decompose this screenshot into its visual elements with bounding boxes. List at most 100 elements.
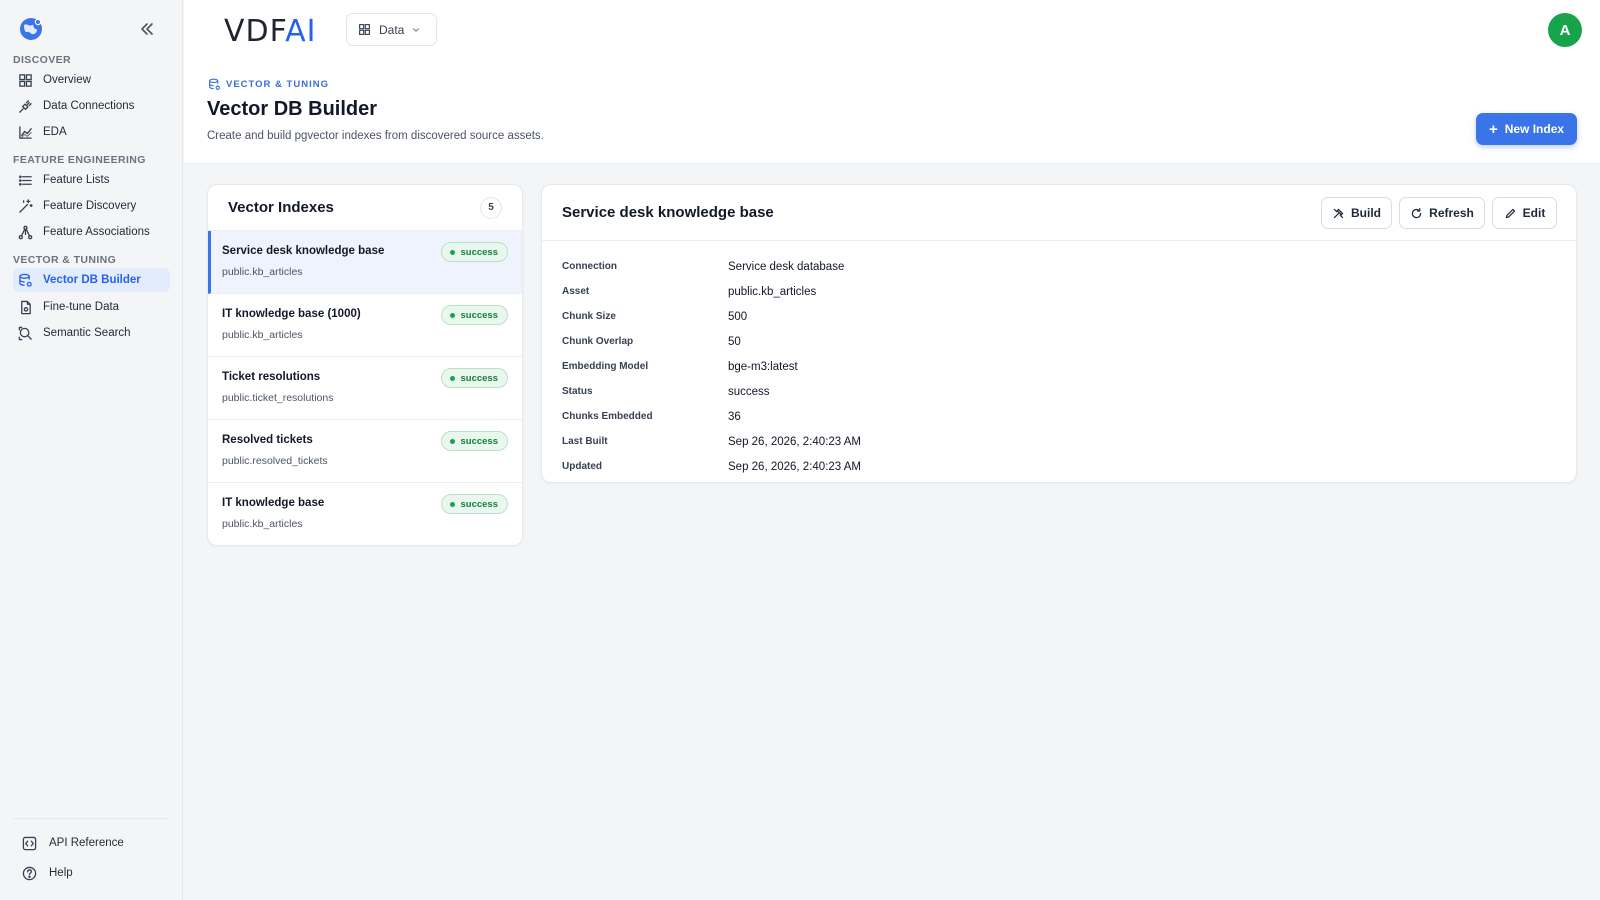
vector-indexes-header: Vector Indexes 5 xyxy=(208,185,522,231)
chart-icon xyxy=(19,125,32,139)
status-dot-icon xyxy=(450,501,456,507)
sidebar-divider xyxy=(13,818,170,819)
sidebar-item-overview[interactable]: Overview xyxy=(13,68,170,92)
status-label: success xyxy=(460,498,498,510)
sidebar-item-data-connections[interactable]: Data Connections xyxy=(13,94,170,118)
sidebar-item-label: Feature Lists xyxy=(43,174,110,186)
index-detail-header: Service desk knowledge base Build Refres… xyxy=(542,185,1576,241)
file-icon xyxy=(21,300,31,314)
breadcrumb-label: VECTOR & TUNING xyxy=(226,79,329,90)
index-list-item[interactable]: Service desk knowledge base public.kb_art… xyxy=(208,231,522,294)
sidebar-item-fine-tune-data[interactable]: Fine-tune Data xyxy=(13,295,170,319)
property-value: Service desk database xyxy=(728,260,845,273)
brand-main-text: VDF xyxy=(224,14,286,49)
property-row: Status success xyxy=(562,379,1556,404)
sidebar-section-discover: DISCOVER xyxy=(13,54,72,66)
property-value: 36 xyxy=(728,410,741,423)
sidebar-item-help[interactable]: Help xyxy=(22,862,73,884)
page-header: VDFAI Data A VECTOR & TUNING Vector DB B… xyxy=(184,0,1600,164)
globe-logo-icon[interactable] xyxy=(18,16,44,42)
status-label: success xyxy=(460,246,498,258)
index-asset: public.kb_articles xyxy=(222,518,303,530)
sidebar-item-feature-lists[interactable]: Feature Lists xyxy=(13,168,170,192)
property-key: Status xyxy=(562,386,593,397)
brand-logo[interactable]: VDFAI xyxy=(224,14,317,49)
status-badge: success xyxy=(441,368,508,388)
property-value: success xyxy=(728,385,770,398)
property-row: Connection Service desk database xyxy=(562,254,1556,279)
property-key: Last Built xyxy=(562,436,608,447)
property-value: Sep 26, 2026, 2:40:23 AM xyxy=(728,460,861,473)
index-detail-panel: Service desk knowledge base Build Refres… xyxy=(541,184,1577,483)
property-row: Chunk Overlap 50 xyxy=(562,329,1556,354)
index-detail-title: Service desk knowledge base xyxy=(562,204,774,221)
status-badge: success xyxy=(441,305,508,325)
sidebar-item-label: Help xyxy=(49,867,73,879)
property-row: Last Built Sep 26, 2026, 2:40:23 AM xyxy=(562,429,1556,454)
code-icon xyxy=(22,836,37,850)
network-icon xyxy=(18,225,33,239)
collapse-sidebar-icon[interactable] xyxy=(138,20,156,38)
property-key: Asset xyxy=(562,286,590,297)
status-badge: success xyxy=(441,431,508,451)
plus-icon: + xyxy=(1488,120,1498,138)
grid-icon xyxy=(19,73,32,87)
sidebar-item-vector-db-builder[interactable]: Vector DB Builder xyxy=(13,268,170,292)
property-row: Chunk Size 500 xyxy=(562,304,1556,329)
page-description: Create and build pgvector indexes from d… xyxy=(207,130,544,142)
wand-icon xyxy=(19,198,33,213)
sidebar-item-label: Feature Associations xyxy=(43,226,150,238)
new-index-button[interactable]: + New Index xyxy=(1476,113,1577,145)
build-label: Build xyxy=(1351,206,1381,220)
help-icon xyxy=(22,866,37,880)
property-row: Asset public.kb_articles xyxy=(562,279,1556,304)
list-icon xyxy=(19,174,32,186)
chevron-down-icon xyxy=(413,27,420,32)
index-asset: public.kb_articles xyxy=(222,266,303,278)
index-list-item[interactable]: IT knowledge base public.kb_articles succe… xyxy=(208,483,522,545)
refresh-button[interactable]: Refresh xyxy=(1399,197,1485,229)
property-key: Chunk Size xyxy=(562,311,616,322)
pencil-icon xyxy=(1505,208,1515,218)
status-badge: success xyxy=(441,494,508,514)
workspace-select[interactable]: Data xyxy=(346,13,437,46)
sidebar: DISCOVER Overview Data Connections EDA F… xyxy=(0,0,183,900)
new-index-label: New Index xyxy=(1504,122,1565,136)
index-list-item[interactable]: Resolved tickets public.resolved_tickets s… xyxy=(208,420,522,483)
sidebar-item-eda[interactable]: EDA xyxy=(13,120,170,144)
grid-icon xyxy=(359,24,370,35)
workspace-label: Data xyxy=(379,22,405,37)
sidebar-item-api-reference[interactable]: API Reference xyxy=(22,832,124,854)
avatar[interactable]: A xyxy=(1548,13,1582,47)
index-asset: public.kb_articles xyxy=(222,329,303,341)
sidebar-section-feature-engineering: FEATURE ENGINEERING xyxy=(13,154,146,166)
sidebar-item-label: Overview xyxy=(43,74,91,86)
index-list-item[interactable]: IT knowledge base (1000) public.kb_articl… xyxy=(208,294,522,357)
sidebar-item-label: Semantic Search xyxy=(43,327,131,339)
sidebar-item-feature-associations[interactable]: Feature Associations xyxy=(13,220,170,244)
page-title: Vector DB Builder xyxy=(207,98,378,120)
build-button[interactable]: Build xyxy=(1321,197,1392,229)
sidebar-item-label: Data Connections xyxy=(43,100,135,112)
property-row: Updated Sep 26, 2026, 2:40:23 AM xyxy=(562,454,1556,479)
search-icon xyxy=(18,326,32,340)
sidebar-item-label: Feature Discovery xyxy=(43,200,137,212)
breadcrumb: VECTOR & TUNING xyxy=(208,78,329,91)
index-list-item[interactable]: Ticket resolutions public.ticket_resoluti… xyxy=(208,357,522,420)
status-label: success xyxy=(460,372,498,384)
property-key: Chunks Embedded xyxy=(562,411,653,422)
property-key: Connection xyxy=(562,261,617,272)
property-key: Updated xyxy=(562,461,602,472)
property-value: public.kb_articles xyxy=(728,285,817,298)
property-key: Chunk Overlap xyxy=(562,336,634,347)
status-dot-icon xyxy=(450,438,456,444)
property-key: Embedding Model xyxy=(562,361,649,372)
property-value: 50 xyxy=(728,335,741,348)
hammer-wrench-icon xyxy=(1333,208,1344,218)
sidebar-item-feature-discovery[interactable]: Feature Discovery xyxy=(13,194,170,218)
edit-button[interactable]: Edit xyxy=(1492,197,1557,229)
sidebar-item-label: Fine-tune Data xyxy=(43,301,120,313)
sidebar-item-semantic-search[interactable]: Semantic Search xyxy=(13,321,170,345)
vector-indexes-panel: Vector Indexes 5 Service desk knowledge … xyxy=(207,184,523,546)
database-gear-icon xyxy=(19,273,32,287)
